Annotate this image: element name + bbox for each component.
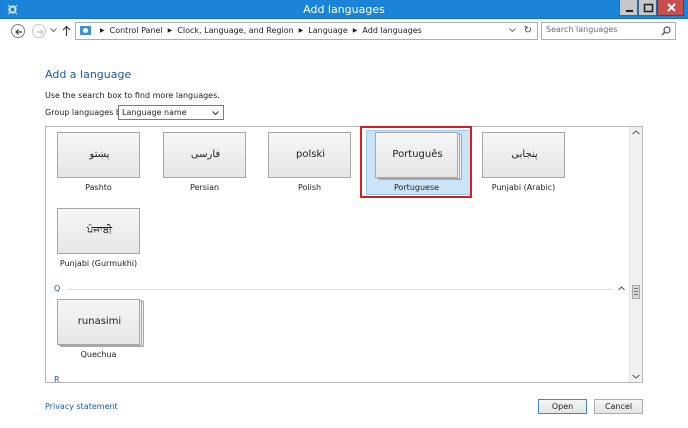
open-button[interactable]: Open	[538, 399, 587, 414]
breadcrumb-separator-icon[interactable]: ▶	[299, 27, 304, 34]
scroll-down-icon[interactable]	[632, 374, 640, 379]
breadcrumb-separator-icon: ▶	[100, 27, 105, 34]
language-english-name: Polish	[297, 183, 322, 192]
section-divider	[66, 289, 614, 290]
back-button[interactable]	[11, 24, 25, 38]
language-tile-punjabi-arabic[interactable]: پنجابی Punjabi (Arabic)	[482, 132, 568, 195]
maximize-button[interactable]	[638, 0, 657, 16]
section-header-r: R	[54, 375, 60, 383]
language-tile-quechua[interactable]: runasimi Quechua	[57, 299, 144, 362]
address-dropdown-chevron-icon[interactable]	[509, 28, 516, 33]
vertical-scrollbar[interactable]	[629, 127, 642, 382]
chevron-down-icon	[212, 111, 219, 116]
language-native-name: polski	[295, 149, 326, 160]
language-tile-polish[interactable]: polski Polish	[268, 132, 354, 195]
group-by-dropdown[interactable]: Language name	[118, 105, 224, 120]
language-english-name: Persian	[189, 183, 220, 192]
language-card[interactable]: ਪੰਜਾਬੀ	[57, 208, 140, 254]
search-box[interactable]	[541, 22, 676, 40]
language-tile-punjabi-gurmukhi[interactable]: ਪੰਜਾਬੀ Punjabi (Gurmukhi)	[57, 208, 143, 271]
forward-button[interactable]	[32, 24, 46, 38]
language-native-name: ਪੰਜਾਬੀ	[86, 225, 113, 236]
minimize-icon	[626, 10, 633, 12]
breadcrumb-clock-language-region[interactable]: Clock, Language, and Region	[177, 26, 293, 35]
breadcrumb-separator-icon[interactable]: ▶	[353, 27, 358, 34]
language-english-name: Pashto	[85, 183, 112, 192]
language-native-name: runasimi	[77, 316, 122, 327]
language-card[interactable]: فارسی	[163, 132, 246, 178]
breadcrumb-control-panel[interactable]: Control Panel	[110, 26, 163, 35]
language-card[interactable]: پنجابی	[482, 132, 565, 178]
section-header-q: Q	[54, 284, 61, 293]
maximize-icon	[643, 3, 654, 13]
language-native-name: پنجابی	[511, 149, 538, 160]
breadcrumb-language[interactable]: Language	[308, 26, 347, 35]
navigation-bar: ▶ Control Panel ▶ Clock, Language, and Regi…	[0, 19, 688, 44]
language-card[interactable]: runasimi	[57, 299, 140, 345]
privacy-statement-link[interactable]: Privacy statement	[45, 402, 118, 411]
language-english-name: Quechua	[80, 350, 117, 359]
language-tile-persian[interactable]: فارسی Persian	[163, 132, 249, 195]
language-list[interactable]: پښتو Pashto فارسی Persian polski Polish …	[45, 126, 643, 383]
group-by-label: Group languages by:	[45, 108, 128, 117]
scroll-up-icon[interactable]	[632, 130, 640, 135]
search-icon[interactable]	[661, 26, 671, 36]
minimize-button[interactable]	[619, 0, 638, 16]
breadcrumb-separator-icon[interactable]: ▶	[168, 27, 173, 34]
page-title: Add a language	[45, 68, 132, 81]
title-bar: Add languages	[0, 0, 688, 19]
group-by-value: Language name	[122, 108, 187, 117]
highlight-annotation-box	[360, 126, 472, 198]
language-card[interactable]: polski	[268, 132, 351, 178]
search-input[interactable]	[546, 25, 656, 34]
language-native-name: پښتو	[89, 149, 110, 160]
language-native-name: فارسی	[190, 149, 221, 160]
close-icon	[667, 3, 676, 12]
language-tile-pashto[interactable]: پښتو Pashto	[57, 132, 143, 195]
close-button[interactable]	[657, 0, 684, 16]
forward-arrow-icon	[37, 29, 44, 35]
window-title: Add languages	[303, 3, 385, 16]
search-hint-text: Use the search box to find more language…	[45, 91, 220, 100]
cancel-button[interactable]: Cancel	[594, 399, 643, 414]
recent-locations-chevron-icon[interactable]	[50, 28, 57, 33]
language-english-name: Punjabi (Gurmukhi)	[59, 259, 138, 268]
breadcrumb: ▶ Control Panel ▶ Clock, Language, and Regi…	[95, 26, 422, 35]
breadcrumb-add-languages[interactable]: Add languages	[362, 26, 421, 35]
control-panel-icon	[80, 26, 91, 35]
collapse-chevron-icon[interactable]	[618, 286, 625, 291]
language-english-name: Punjabi (Arabic)	[491, 183, 556, 192]
back-arrow-icon	[15, 29, 22, 35]
refresh-icon[interactable]: ↻	[524, 25, 532, 36]
address-box[interactable]: ▶ Control Panel ▶ Clock, Language, and Regi…	[75, 22, 538, 40]
scrollbar-thumb[interactable]	[632, 285, 640, 299]
up-arrow-icon[interactable]	[62, 25, 71, 37]
language-card[interactable]: پښتو	[57, 132, 140, 178]
